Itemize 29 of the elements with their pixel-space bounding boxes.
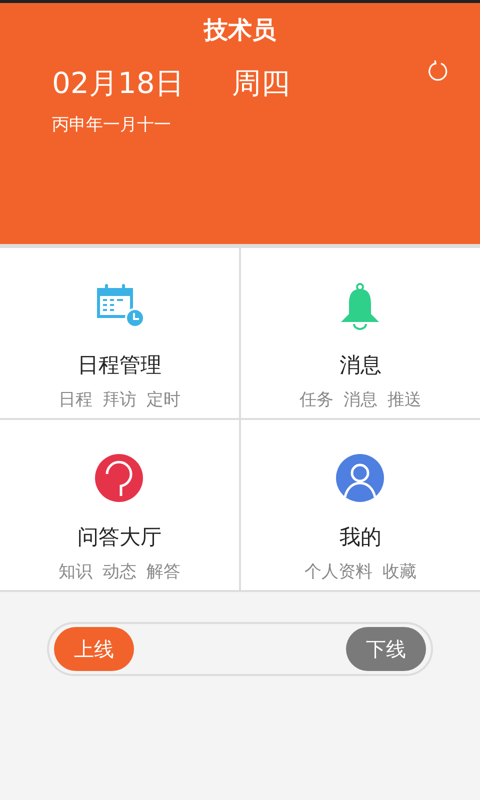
menu-tile[interactable]: 问答大厅 知识 动态 解答 [0, 420, 239, 590]
tile-title: 我的 [340, 524, 382, 550]
offline-button[interactable]: 下线 [346, 627, 426, 671]
shortcut-link[interactable]: 拜访 [102, 388, 136, 411]
status-switch[interactable]: 上线 下线 [47, 622, 433, 676]
refresh-icon[interactable] [426, 59, 450, 83]
date-text: 02月18日 [52, 65, 184, 101]
shortcut-link[interactable]: 推送 [388, 388, 422, 411]
menu-tile[interactable]: 日程管理 日程 拜访 定时 [0, 248, 239, 418]
shortcut-link[interactable]: 日程 [58, 388, 92, 411]
tile-title: 消息 [340, 352, 382, 378]
menu-tile[interactable]: 我的 个人资料 收藏 [241, 420, 480, 590]
lunar-date: 丙申年一月十一 [51, 114, 172, 136]
shortcut-link[interactable]: 知识 [58, 560, 92, 583]
shortcut-link[interactable]: 动态 [102, 560, 136, 583]
shortcut-link[interactable]: 消息 [344, 388, 378, 411]
shortcut-link[interactable]: 任务 [300, 388, 334, 411]
shortcut-link[interactable]: 解答 [146, 560, 180, 583]
shortcut-link[interactable]: 收藏 [382, 560, 416, 583]
tile-title: 日程管理 [78, 352, 162, 378]
shortcut-link[interactable]: 个人资料 [304, 560, 372, 583]
shortcut-link[interactable]: 定时 [146, 388, 180, 411]
app-title: 技术员 [202, 15, 277, 45]
question-icon [94, 454, 144, 504]
user-icon [336, 454, 386, 504]
weekday-text: 周四 [232, 65, 291, 101]
tile-title: 问答大厅 [78, 524, 162, 550]
menu-tile[interactable]: 消息 任务 消息 推送 [241, 248, 480, 418]
online-button[interactable]: 上线 [54, 627, 134, 671]
